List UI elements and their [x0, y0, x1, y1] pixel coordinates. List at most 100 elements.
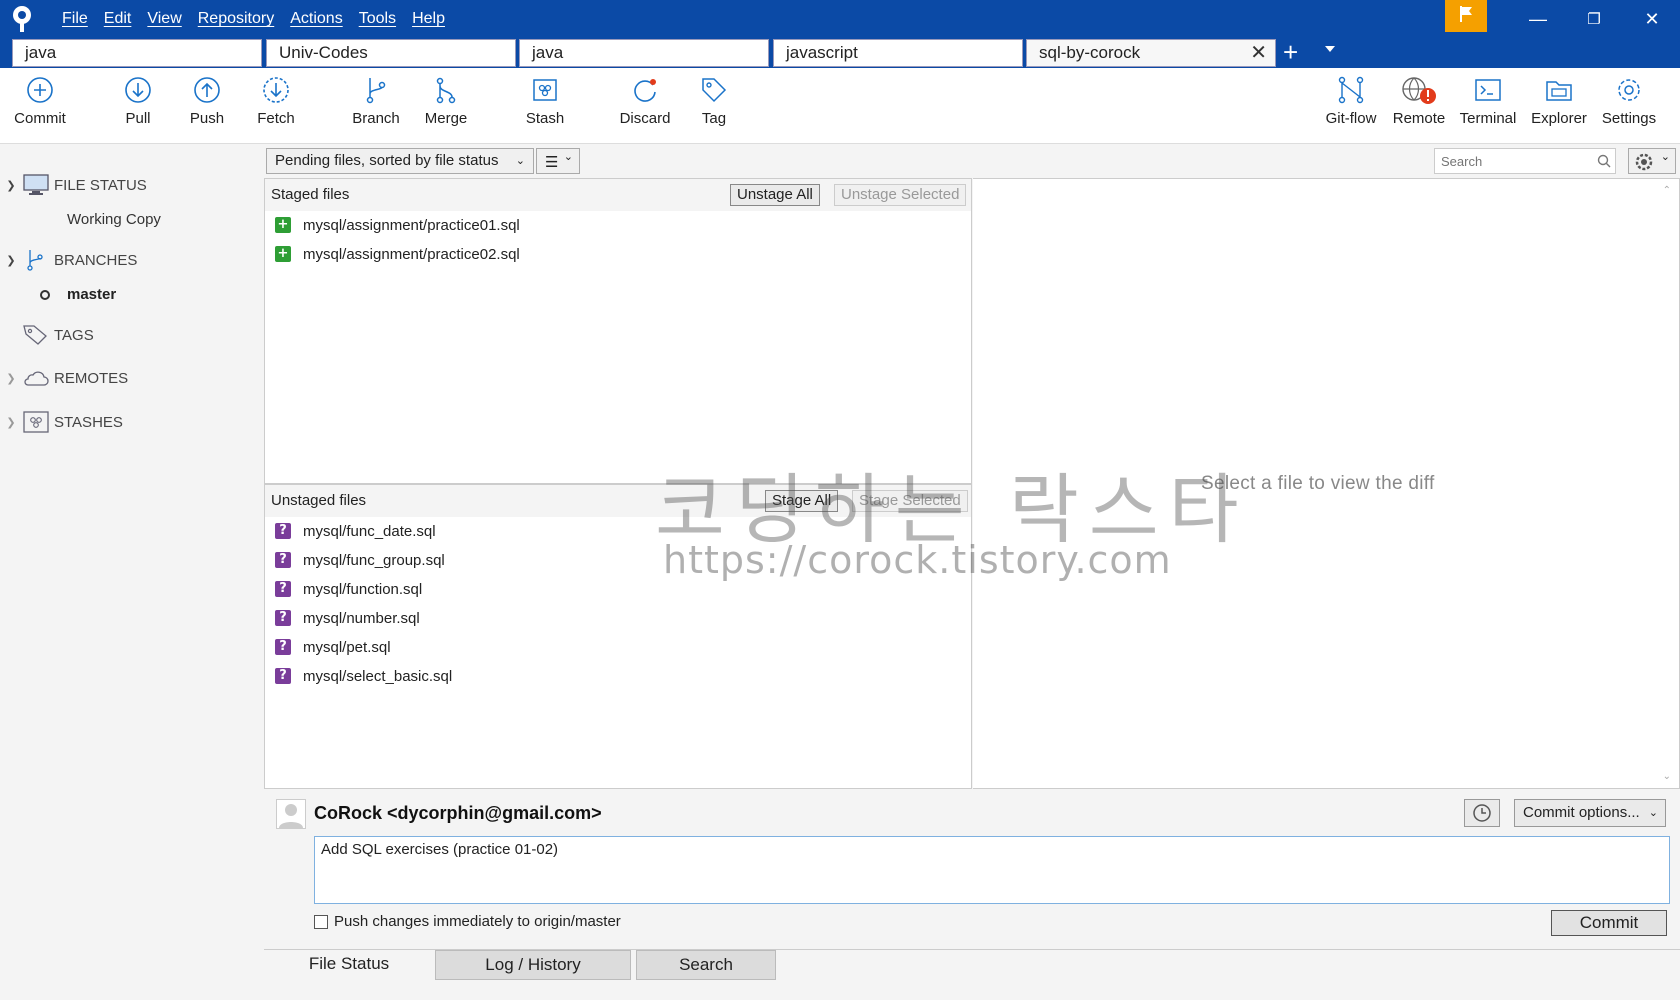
tab-sql-by-corock[interactable]: sql-by-corock ✕ [1026, 39, 1276, 67]
tab-javascript[interactable]: javascript [773, 39, 1023, 67]
minimize-button[interactable]: — [1510, 0, 1566, 38]
stash-tool-button[interactable]: Stash [505, 76, 585, 127]
sidebar-group-label: TAGS [54, 326, 94, 344]
file-path: mysql/select_basic.sql [303, 667, 453, 685]
branch-icon [27, 250, 43, 271]
commit-message-input[interactable]: Add SQL exercises (practice 01-02) [314, 836, 1670, 904]
bottom-tab-bar: File Status Log / History Search [264, 949, 1680, 981]
unstaged-file-row[interactable]: ? mysql/select_basic.sql [275, 665, 452, 687]
tab-univ-codes[interactable]: Univ-Codes [266, 39, 516, 67]
staged-file-row[interactable]: + mysql/assignment/practice02.sql [275, 243, 520, 265]
menu-file[interactable]: File [54, 10, 96, 28]
chevron-down-icon: ⌄ [1648, 807, 1658, 819]
unstaged-file-row[interactable]: ? mysql/func_date.sql [275, 520, 436, 542]
tab-java[interactable]: java [12, 39, 262, 67]
cloud-icon [24, 371, 49, 386]
menu-tools[interactable]: Tools [351, 10, 404, 28]
chevron-down-icon[interactable]: ❯ [0, 254, 22, 267]
pull-tool-button[interactable]: Pull [98, 76, 178, 127]
settings-tool-button[interactable]: Settings [1589, 76, 1669, 127]
sidebar-group-tags[interactable]: TAGS [22, 322, 94, 348]
menu-actions[interactable]: Actions [282, 10, 350, 28]
tab-label: java [25, 43, 57, 62]
main-toolbar: Commit Pull Push Fetch Branch Merge Stas… [0, 68, 1680, 144]
remote-globe-icon [1402, 77, 1436, 104]
tool-label: Discard [619, 110, 671, 127]
sidebar-group-branches[interactable]: ❯ BRANCHES [0, 247, 137, 273]
monitor-icon [23, 174, 49, 195]
restore-button[interactable]: ❐ [1566, 0, 1622, 38]
watermark-url: https://corock.tistory.com [663, 538, 1172, 582]
tab-log-history[interactable]: Log / History [435, 950, 631, 980]
explorer-icon [1546, 81, 1572, 101]
clock-icon [1473, 804, 1491, 822]
file-path: mysql/function.sql [303, 580, 423, 598]
unstage-selected-button[interactable]: Unstage Selected [834, 184, 967, 206]
menu-repository[interactable]: Repository [190, 10, 282, 28]
staged-file-row[interactable]: + mysql/assignment/practice01.sql [275, 214, 520, 236]
scroll-down-icon[interactable]: ⌄ [1663, 771, 1671, 782]
tab-close-icon[interactable]: ✕ [1250, 40, 1267, 66]
sort-dropdown-label: Pending files, sorted by file status [275, 152, 499, 169]
sidebar-item-master[interactable]: master [40, 286, 116, 303]
notification-flag-button[interactable] [1445, 0, 1487, 32]
file-path: mysql/func_date.sql [303, 522, 436, 540]
chevron-right-icon[interactable]: ❯ [0, 372, 22, 385]
unstage-all-button[interactable]: Unstage All [730, 184, 820, 206]
commit-options-label: Commit options... [1523, 804, 1640, 821]
commit-history-button[interactable] [1464, 799, 1500, 827]
untracked-file-icon: ? [275, 668, 291, 684]
sidebar-group-stashes[interactable]: ❯ STASHES [0, 409, 123, 435]
commit-options-dropdown[interactable]: Commit options... ⌄ [1514, 799, 1666, 827]
terminal-tool-button[interactable]: Terminal [1448, 76, 1528, 127]
fetch-tool-button[interactable]: Fetch [236, 76, 316, 127]
options-gear-dropdown[interactable]: ⌄ [1628, 148, 1676, 174]
tab-search[interactable]: Search [636, 950, 776, 980]
push-tool-button[interactable]: Push [167, 76, 247, 127]
sort-dropdown[interactable]: Pending files, sorted by file status ⌄ [266, 148, 534, 174]
close-window-button[interactable]: ✕ [1624, 0, 1680, 38]
tab-label: javascript [786, 43, 858, 62]
merge-tool-button[interactable]: Merge [406, 76, 486, 127]
sidebar-group-remotes[interactable]: ❯ REMOTES [0, 365, 128, 391]
explorer-tool-button[interactable]: Explorer [1519, 76, 1599, 127]
chevron-down-icon[interactable]: ❯ [0, 179, 22, 192]
commit-tool-button[interactable]: Commit [0, 76, 80, 127]
search-input[interactable] [1434, 148, 1616, 174]
tag-icon [23, 325, 47, 345]
menu-view[interactable]: View [139, 10, 189, 28]
tag-tool-button[interactable]: Tag [674, 76, 754, 127]
menu-edit[interactable]: Edit [96, 10, 140, 28]
sidebar-group-file-status[interactable]: ❯ FILE STATUS [0, 172, 147, 198]
push-option-row[interactable]: Push changes immediately to origin/maste… [314, 913, 621, 930]
unstaged-file-row[interactable]: ? mysql/function.sql [275, 578, 422, 600]
tool-label: Push [189, 110, 225, 127]
chevron-right-icon[interactable]: ❯ [0, 416, 22, 429]
sidebar-item-working-copy[interactable]: Working Copy [67, 211, 161, 228]
push-checkbox[interactable] [314, 914, 328, 929]
tab-list-chevron-icon[interactable] [1325, 46, 1335, 52]
sourcetree-logo-icon [10, 5, 34, 33]
remote-tool-button[interactable]: Remote [1379, 76, 1459, 127]
commit-author: CoRock <dycorphin@gmail.com> [314, 803, 602, 823]
menu-help[interactable]: Help [404, 10, 453, 28]
view-mode-dropdown[interactable]: ☰ ⌄ [536, 148, 580, 174]
add-tab-icon[interactable]: + [1283, 39, 1298, 65]
tab-file-status[interactable]: File Status [264, 950, 434, 980]
filter-bar: Pending files, sorted by file status ⌄ ☰… [264, 145, 1680, 177]
unstaged-file-row[interactable]: ? mysql/number.sql [275, 607, 420, 629]
tool-label: Settings [1601, 110, 1657, 127]
unstaged-file-row[interactable]: ? mysql/pet.sql [275, 636, 391, 658]
tool-label: Fetch [257, 110, 295, 127]
scroll-up-icon[interactable]: ⌃ [1663, 185, 1671, 196]
tool-label: Tag [701, 110, 727, 127]
tool-label: Merge [424, 110, 468, 127]
tab-java-2[interactable]: java [519, 39, 769, 67]
branch-tool-button[interactable]: Branch [336, 76, 416, 127]
search-icon [1597, 154, 1611, 168]
unstaged-file-row[interactable]: ? mysql/func_group.sql [275, 549, 445, 571]
push-icon [194, 77, 220, 103]
sidebar-group-label: BRANCHES [54, 251, 138, 269]
commit-button[interactable]: Commit [1551, 910, 1667, 936]
discard-tool-button[interactable]: Discard [605, 76, 685, 127]
